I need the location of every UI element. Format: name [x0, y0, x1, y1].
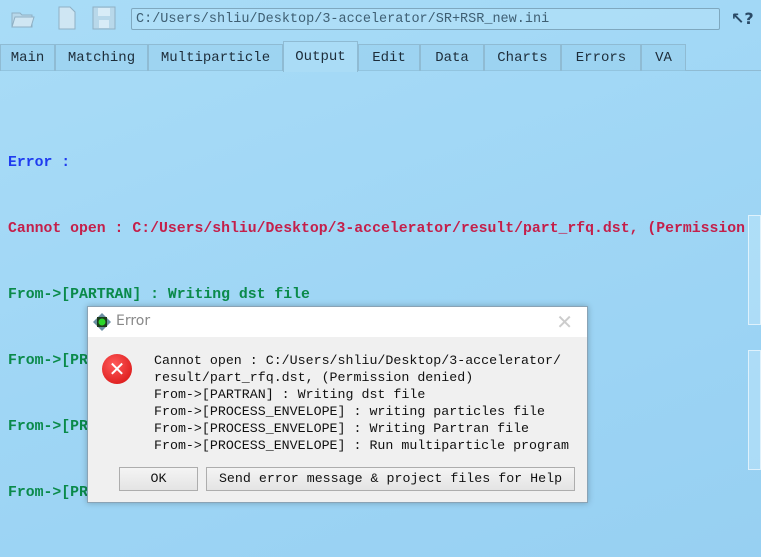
log-line-error-heading: Error :: [8, 155, 71, 171]
error-dialog: Error ✕ ✕ Cannot open : C:/Users/shliu/D…: [87, 306, 588, 503]
background-decoration: [748, 215, 761, 325]
context-help-icon[interactable]: ↖?: [731, 9, 754, 28]
background-decoration: [748, 350, 761, 470]
file-path-field[interactable]: C:/Users/shliu/Desktop/3-accelerator/SR+…: [131, 8, 720, 30]
tab-errors[interactable]: Errors: [561, 44, 641, 71]
tab-bar: Main Matching Multiparticle Output Edit …: [0, 41, 761, 72]
tab-main[interactable]: Main: [0, 44, 55, 71]
open-folder-icon[interactable]: [10, 5, 36, 31]
save-icon[interactable]: [91, 5, 117, 31]
log-line-error: Cannot open : C:/Users/shliu/Desktop/3-a…: [8, 221, 746, 237]
tab-matching[interactable]: Matching: [55, 44, 148, 71]
tab-multiparticle[interactable]: Multiparticle: [148, 44, 283, 71]
send-help-button[interactable]: Send error message & project files for H…: [206, 467, 575, 491]
dialog-title-bar: Error ✕: [88, 307, 587, 337]
dialog-message: Cannot open : C:/Users/shliu/Desktop/3-a…: [154, 353, 569, 453]
log-line: From->[PARTRAN] : Writing dst file: [8, 287, 310, 303]
new-file-icon[interactable]: [54, 5, 80, 31]
error-icon: ✕: [102, 354, 132, 384]
tab-output[interactable]: Output: [283, 41, 358, 72]
dialog-title: Error: [116, 313, 151, 329]
tab-va[interactable]: VA: [641, 44, 686, 71]
tab-data[interactable]: Data: [420, 44, 484, 71]
ok-button[interactable]: OK: [119, 467, 198, 491]
toolbar: C:/Users/shliu/Desktop/3-accelerator/SR+…: [0, 0, 761, 40]
tab-edit[interactable]: Edit: [358, 44, 420, 71]
app-icon: [93, 313, 111, 331]
tab-charts[interactable]: Charts: [484, 44, 561, 71]
close-icon[interactable]: ✕: [556, 310, 573, 334]
